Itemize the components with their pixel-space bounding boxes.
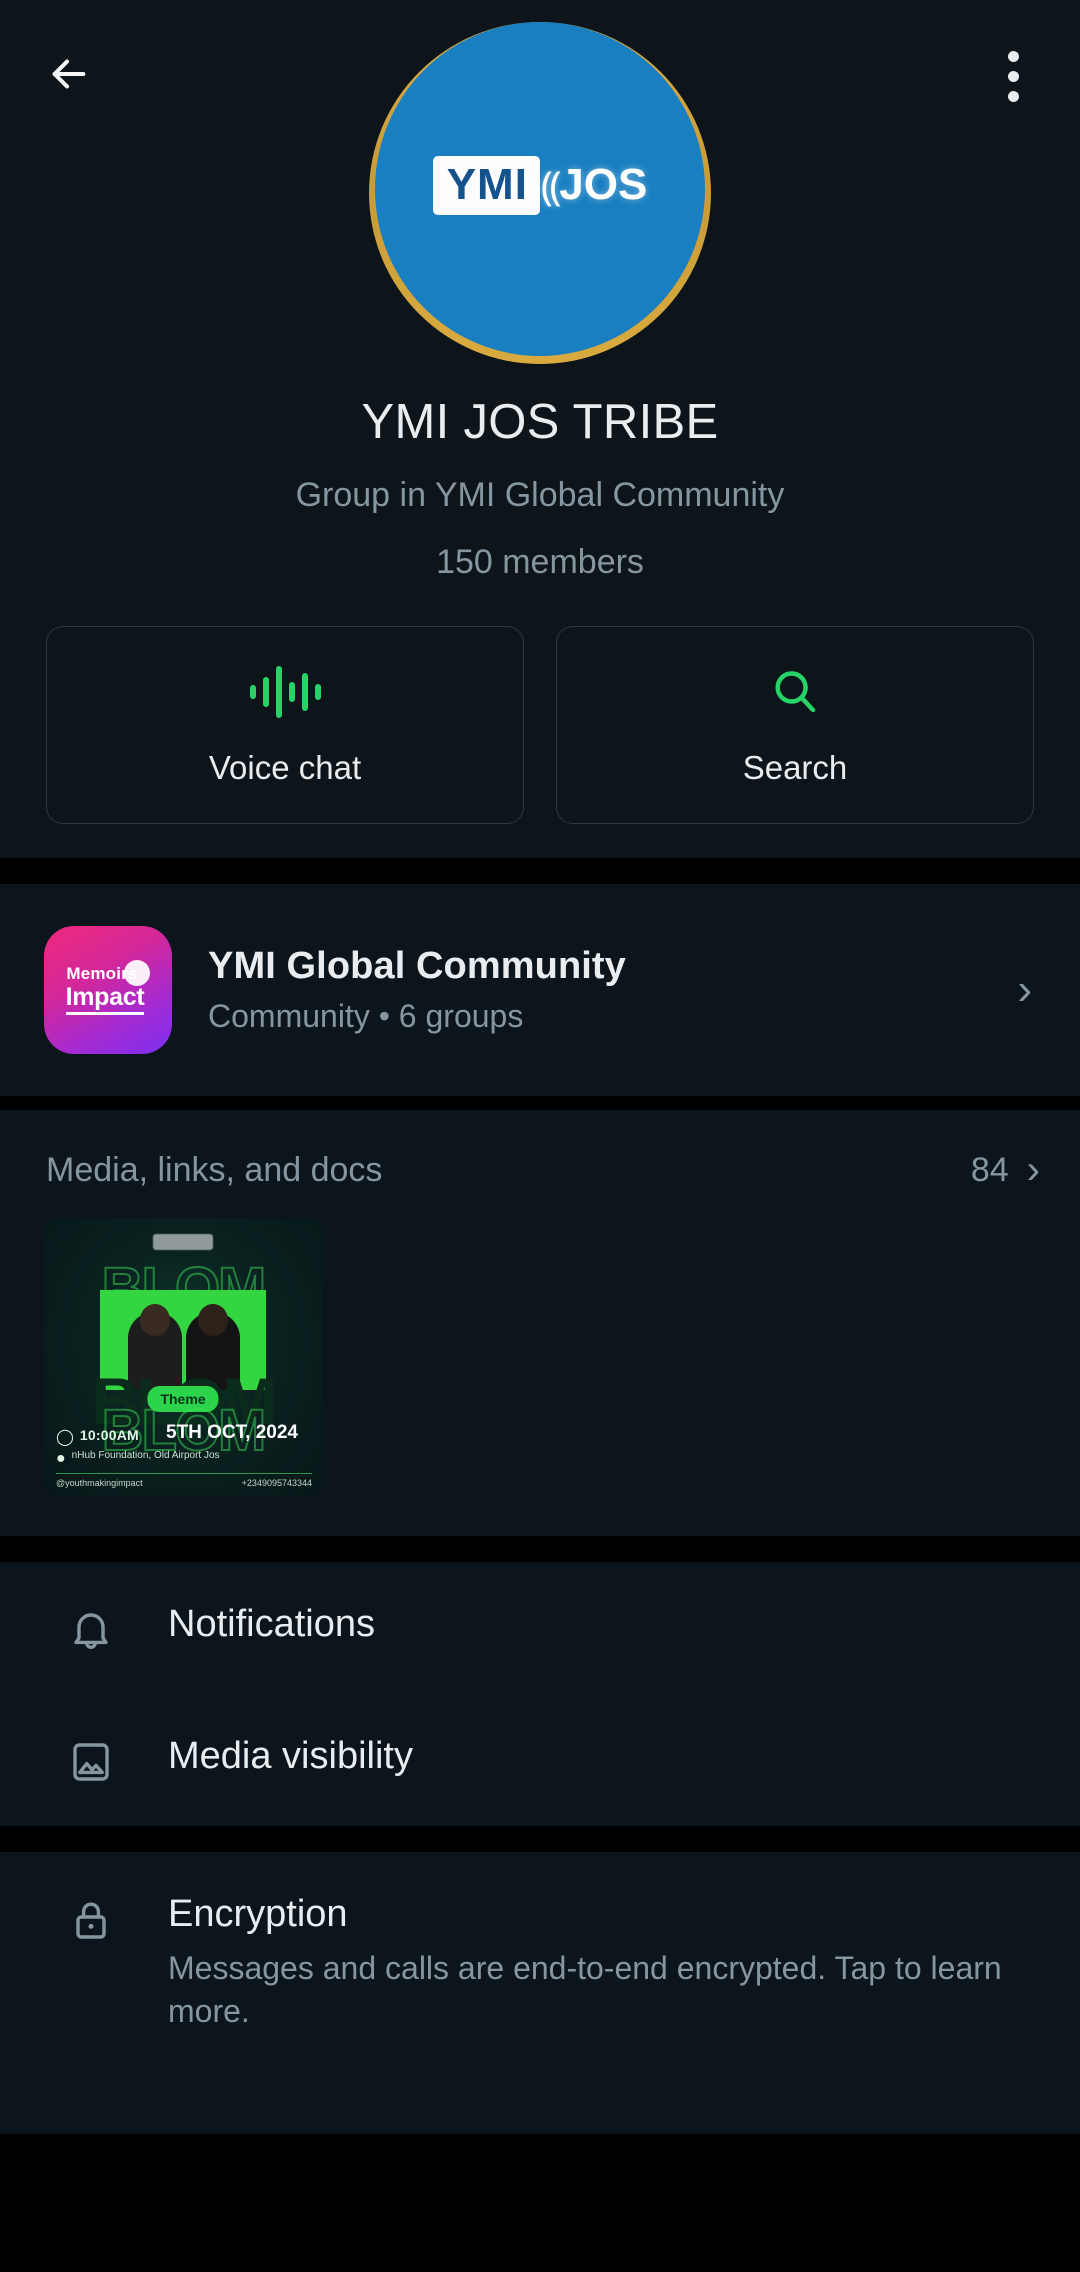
- avatar-logo-secondary: JOS: [559, 160, 648, 209]
- community-meta: Community • 6 groups: [208, 998, 524, 1035]
- community-avatar: Memoirs Impact: [44, 926, 172, 1054]
- flyer-divider: [56, 1473, 312, 1474]
- overflow-dot: [1007, 50, 1019, 62]
- image-icon: [62, 1734, 120, 1786]
- media-visibility-label: Media visibility: [168, 1735, 413, 1777]
- media-thumbnail-strip: BLOM BLOM Theme BLOM 5TH OCT, 2024 ◯ 10:…: [0, 1196, 1080, 1536]
- back-arrow-icon[interactable]: [30, 36, 106, 112]
- member-count: 150 members: [436, 543, 644, 581]
- media-thumbnail[interactable]: BLOM BLOM Theme BLOM 5TH OCT, 2024 ◯ 10:…: [44, 1218, 322, 1496]
- flyer-date: 5TH OCT, 2024: [166, 1422, 298, 1443]
- encryption-text: Encryption Messages and calls are end-to…: [168, 1892, 1036, 2033]
- media-visibility-text: Media visibility: [168, 1734, 1036, 1779]
- flyer-venue: nHub Foundation, Old Airport Jos: [71, 1450, 220, 1461]
- search-button[interactable]: Search: [556, 626, 1034, 824]
- section-divider: [0, 858, 1080, 884]
- flyer-time: 10:00AM: [79, 1427, 139, 1443]
- search-label: Search: [742, 749, 848, 786]
- section-divider: [0, 1536, 1080, 1562]
- voice-chat-button[interactable]: Voice chat: [46, 626, 524, 824]
- overflow-dot: [1007, 90, 1019, 102]
- bell-icon: [62, 1602, 120, 1654]
- community-section: Memoirs Impact YMI Global Community Comm…: [0, 884, 1080, 1096]
- notifications-text: Notifications: [168, 1602, 1036, 1647]
- flyer-brand-logo: [153, 1234, 213, 1250]
- media-count: 84: [970, 1150, 1009, 1189]
- chevron-right-icon[interactable]: ›: [1017, 968, 1032, 1012]
- group-avatar[interactable]: YMI ⸨ JOS: [369, 22, 711, 364]
- media-title: Media, links, and docs: [46, 1150, 383, 1189]
- media-visibility-row[interactable]: Media visibility: [0, 1694, 1080, 1826]
- quick-actions: Voice chat Search: [0, 626, 1080, 824]
- notifications-row[interactable]: Notifications: [0, 1562, 1080, 1694]
- media-section: Media, links, and docs 84 › BLOM BLOM Th…: [0, 1110, 1080, 1536]
- group-info-screen: YMI ⸨ JOS YMI JOS TRIBE Group in YMI Glo…: [0, 0, 1080, 2272]
- community-text: YMI Global Community Community • 6 group…: [208, 945, 1017, 1035]
- avatar-image: YMI ⸨ JOS: [375, 22, 705, 356]
- torch-icon: ⸨: [540, 165, 562, 209]
- search-icon: [768, 663, 822, 721]
- notifications-label: Notifications: [168, 1603, 375, 1645]
- group-subtitle: Group in YMI Global Community: [295, 476, 785, 514]
- page-title: YMI JOS TRIBE: [361, 395, 719, 449]
- avatar-logo-primary: YMI: [432, 155, 540, 215]
- encryption-description: Messages and calls are end-to-end encryp…: [168, 1949, 1002, 2030]
- more-vertical-icon[interactable]: [978, 38, 1048, 114]
- preferences-section: Notifications Media visibility: [0, 1562, 1080, 1826]
- clock-icon: ◯: [56, 1429, 74, 1446]
- community-badge-icon: [124, 960, 150, 986]
- encryption-row[interactable]: Encryption Messages and calls are end-to…: [0, 1852, 1080, 2073]
- voice-waveform-icon: [249, 663, 321, 721]
- voice-chat-label: Voice chat: [208, 749, 362, 786]
- flyer-handle: @youthmakingimpact: [56, 1478, 143, 1488]
- location-pin-icon: ●: [56, 1450, 66, 1467]
- community-row[interactable]: Memoirs Impact YMI Global Community Comm…: [0, 884, 1080, 1096]
- media-header-row[interactable]: Media, links, and docs 84 ›: [0, 1110, 1080, 1196]
- chevron-right-icon[interactable]: ›: [1027, 1150, 1040, 1190]
- flyer-phone: +2349095743344: [241, 1478, 312, 1488]
- group-header-section: YMI ⸨ JOS YMI JOS TRIBE Group in YMI Glo…: [0, 0, 1080, 858]
- overflow-dot: [1007, 70, 1019, 82]
- flyer-person-head: [140, 1304, 170, 1336]
- flyer-footer: 5TH OCT, 2024 ◯ 10:00AM ● nHub Foundatio…: [56, 1423, 312, 1488]
- encryption-label: Encryption: [168, 1893, 348, 1935]
- avatar-logo: YMI ⸨ JOS: [432, 155, 648, 215]
- encryption-section: Encryption Messages and calls are end-to…: [0, 1852, 1080, 2134]
- section-divider: [0, 1096, 1080, 1110]
- top-app-bar: YMI ⸨ JOS: [0, 0, 1080, 364]
- community-icon-bottom-text: Impact: [65, 985, 145, 1015]
- community-name: YMI Global Community: [208, 944, 626, 987]
- flyer-person-head: [198, 1304, 228, 1336]
- section-divider: [0, 1826, 1080, 1852]
- lock-icon: [62, 1892, 120, 1944]
